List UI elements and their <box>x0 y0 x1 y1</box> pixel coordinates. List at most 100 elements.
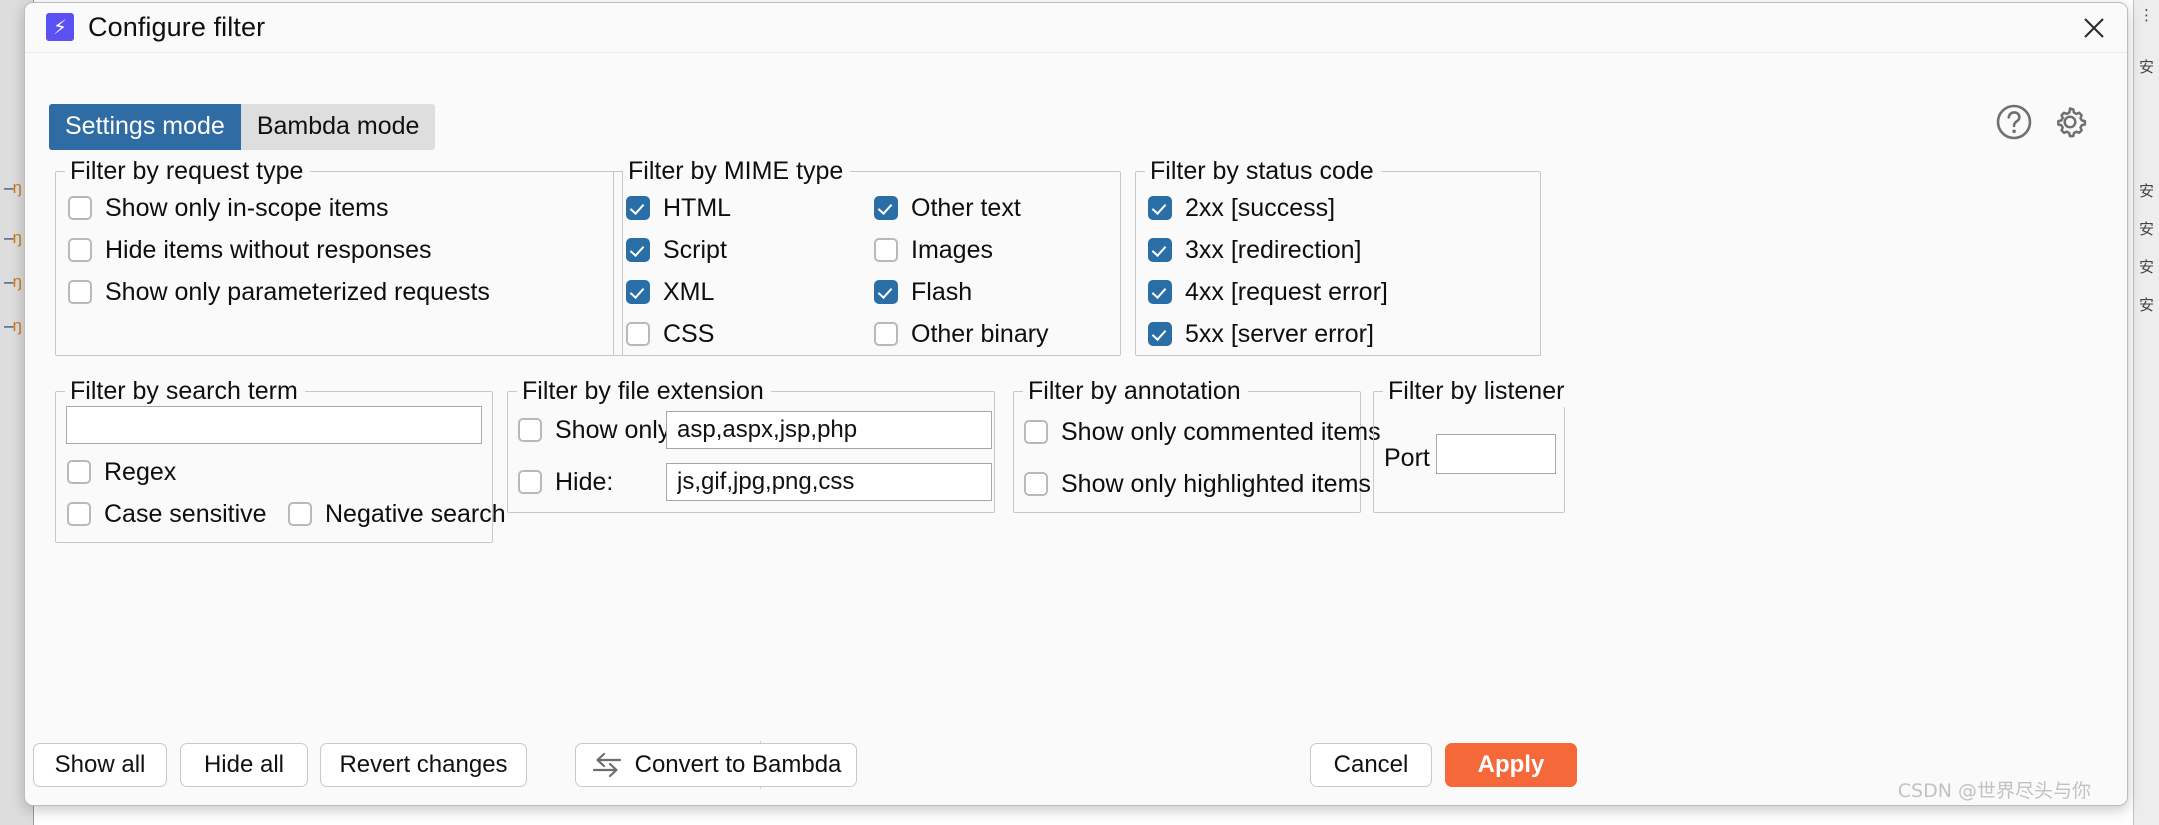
checkbox-row-flash[interactable]: Flash <box>874 278 972 306</box>
checkbox-status-3xx[interactable] <box>1148 238 1172 262</box>
checkbox-show-only-parameterized-requests[interactable] <box>68 280 92 304</box>
checkbox-label: Show only: <box>555 416 678 444</box>
checkbox-hide-extensions[interactable] <box>518 470 542 494</box>
checkbox-hide-items-without-responses[interactable] <box>68 238 92 262</box>
checkbox-show-only-highlighted-items[interactable] <box>1024 472 1048 496</box>
checkbox-label: HTML <box>663 194 732 222</box>
checkbox-regex[interactable] <box>67 460 91 484</box>
checkbox-show-only-in-scope-items[interactable] <box>68 196 92 220</box>
checkbox-row-css[interactable]: CSS <box>626 320 714 348</box>
checkbox-label: 3xx [redirection] <box>1185 236 1362 264</box>
help-icon[interactable] <box>1993 101 2035 143</box>
checkbox-row-html[interactable]: HTML <box>626 194 731 222</box>
checkbox-row-show-only-commented-items[interactable]: Show only commented items <box>1024 418 1381 446</box>
checkbox-row-status-4xx[interactable]: 4xx [request error] <box>1148 278 1388 306</box>
checkbox-case-sensitive[interactable] <box>67 502 91 526</box>
checkbox-label: Other text <box>911 194 1021 222</box>
revert-changes-button[interactable]: Revert changes <box>320 743 527 787</box>
checkbox-status-2xx[interactable] <box>1148 196 1172 220</box>
checkbox-row-status-3xx[interactable]: 3xx [redirection] <box>1148 236 1361 264</box>
checkbox-row-show-only-extensions[interactable]: Show only: <box>518 416 677 444</box>
convert-to-bambda-label: Convert to Bambda <box>634 751 842 778</box>
checkbox-row-xml[interactable]: XML <box>626 278 714 306</box>
group-legend: Filter by annotation <box>1023 375 1248 407</box>
group-filter-by-status-code: Filter by status code 2xx [success] 3xx … <box>1135 155 1541 356</box>
group-filter-by-request-type: Filter by request type Show only in-scop… <box>55 155 623 356</box>
background-glyph: 安 <box>2138 258 2154 276</box>
tab-bambda-mode[interactable]: Bambda mode <box>240 104 436 150</box>
checkbox-row-show-only-in-scope-items[interactable]: Show only in-scope items <box>68 194 388 222</box>
checkbox-negative-search[interactable] <box>288 502 312 526</box>
checkbox-row-negative-search[interactable]: Negative search <box>288 500 506 528</box>
hide-extensions-input[interactable] <box>666 463 992 501</box>
convert-to-bambda-button[interactable]: Convert to Bambda <box>575 743 857 787</box>
group-legend: Filter by MIME type <box>623 155 851 187</box>
checkbox-label: XML <box>663 278 715 306</box>
apply-button[interactable]: Apply <box>1445 743 1577 787</box>
checkbox-row-other-binary[interactable]: Other binary <box>874 320 1049 348</box>
checkbox-status-5xx[interactable] <box>1148 322 1172 346</box>
checkbox-other-text[interactable] <box>874 196 898 220</box>
checkbox-images[interactable] <box>874 238 898 262</box>
gear-icon[interactable] <box>2049 101 2091 143</box>
checkbox-label: Show only highlighted items <box>1061 470 1371 498</box>
group-legend: Filter by listener <box>1383 375 1572 407</box>
checkbox-flash[interactable] <box>874 280 898 304</box>
checkbox-label: Images <box>911 236 993 264</box>
checkbox-label: Flash <box>911 278 973 306</box>
checkbox-label: Other binary <box>911 320 1049 348</box>
background-glyph: 安 <box>2138 296 2154 314</box>
checkbox-row-script[interactable]: Script <box>626 236 727 264</box>
hide-all-button[interactable]: Hide all <box>180 743 308 787</box>
checkbox-row-images[interactable]: Images <box>874 236 993 264</box>
checkbox-row-other-text[interactable]: Other text <box>874 194 1021 222</box>
group-legend: Filter by search term <box>65 375 305 407</box>
tab-settings-mode[interactable]: Settings mode <box>49 104 241 150</box>
checkbox-xml[interactable] <box>626 280 650 304</box>
checkbox-label: Negative search <box>325 500 506 528</box>
checkbox-status-4xx[interactable] <box>1148 280 1172 304</box>
checkbox-row-regex[interactable]: Regex <box>67 458 176 486</box>
checkbox-row-hide-items-without-responses[interactable]: Hide items without responses <box>68 236 432 264</box>
checkbox-label: CSS <box>663 320 715 348</box>
checkbox-row-case-sensitive[interactable]: Case sensitive <box>67 500 267 528</box>
checkbox-label: 5xx [server error] <box>1185 320 1374 348</box>
show-all-button[interactable]: Show all <box>33 743 167 787</box>
close-icon[interactable] <box>2075 9 2113 47</box>
group-legend: Filter by request type <box>65 155 311 187</box>
checkbox-other-binary[interactable] <box>874 322 898 346</box>
checkbox-row-status-5xx[interactable]: 5xx [server error] <box>1148 320 1374 348</box>
lightning-bolt-icon: ⚡ <box>46 13 74 41</box>
background-glyph: 安 <box>2138 220 2154 238</box>
dialog-title: Configure filter <box>88 12 266 42</box>
configure-filter-dialog: ⚡ Configure filter Settings mode Bambda … <box>24 2 2128 806</box>
checkbox-row-status-2xx[interactable]: 2xx [success] <box>1148 194 1335 222</box>
checkbox-row-hide-extensions[interactable]: Hide: <box>518 468 613 496</box>
checkbox-label: Case sensitive <box>104 500 267 528</box>
checkbox-label: Hide items without responses <box>105 236 432 264</box>
checkbox-script[interactable] <box>626 238 650 262</box>
checkbox-label: 4xx [request error] <box>1185 278 1388 306</box>
background-glyph: 安 <box>2138 58 2154 76</box>
group-filter-by-annotation: Filter by annotation Show only commented… <box>1013 375 1381 513</box>
checkbox-row-show-only-parameterized-requests[interactable]: Show only parameterized requests <box>68 278 490 306</box>
search-term-input[interactable] <box>66 406 482 444</box>
background-right-gutter: ⋮ 安 安 安 安 安 <box>2133 0 2159 825</box>
show-only-extensions-input[interactable] <box>666 411 992 449</box>
checkbox-label: Show only in-scope items <box>105 194 389 222</box>
group-legend: Filter by status code <box>1145 155 1381 187</box>
checkbox-row-show-only-highlighted-items[interactable]: Show only highlighted items <box>1024 470 1371 498</box>
checkbox-show-only-extensions[interactable] <box>518 418 542 442</box>
checkbox-label: Show only commented items <box>1061 418 1381 446</box>
background-glyph: 安 <box>2138 182 2154 200</box>
checkbox-label: Regex <box>104 458 177 486</box>
cancel-button[interactable]: Cancel <box>1310 743 1432 787</box>
checkbox-label: Show only parameterized requests <box>105 278 490 306</box>
checkbox-html[interactable] <box>626 196 650 220</box>
checkbox-css[interactable] <box>626 322 650 346</box>
port-input[interactable] <box>1436 434 1556 474</box>
mode-tab-group[interactable]: Settings mode Bambda mode <box>49 104 436 150</box>
group-filter-by-search-term: Filter by search term Regex Case sensiti… <box>55 375 506 543</box>
checkbox-show-only-commented-items[interactable] <box>1024 420 1048 444</box>
group-filter-by-file-extension: Filter by file extension Show only: Hide… <box>507 375 995 513</box>
